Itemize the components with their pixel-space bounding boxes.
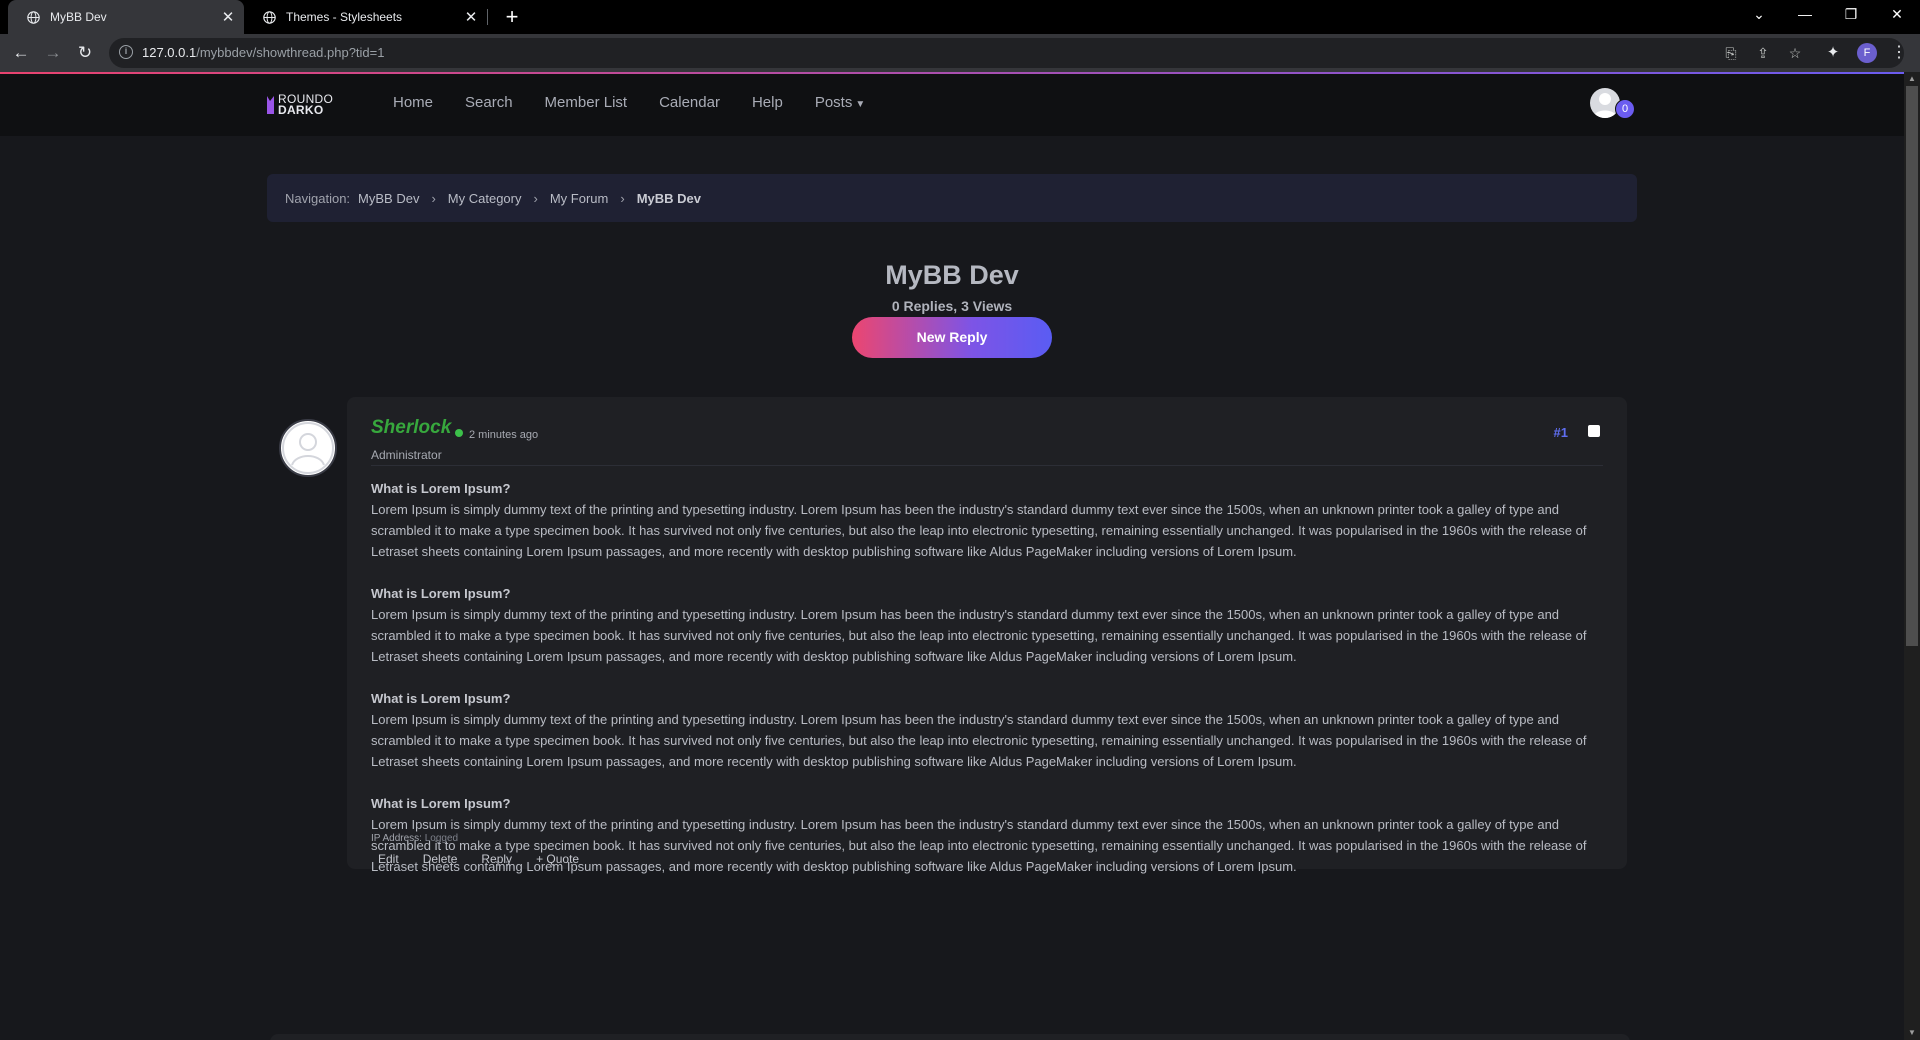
- paragraph-heading: What is Lorem Ipsum?: [371, 481, 511, 496]
- post-author-name[interactable]: Sherlock: [371, 417, 451, 439]
- url-path: /mybbdev/showthread.php?tid=1: [196, 45, 385, 60]
- nav-home[interactable]: Home: [393, 94, 433, 111]
- caret-down-icon: ▼: [855, 99, 866, 110]
- browser-tab-active[interactable]: MyBB Dev ✕: [8, 0, 244, 34]
- new-reply-button[interactable]: New Reply: [852, 317, 1052, 358]
- browser-tab-bar: MyBB Dev ✕ Themes - Stylesheets ✕ + ⌄ — …: [0, 0, 1920, 34]
- browser-toolbar: ← → ↻ i 127.0.0.1/mybbdev/showthread.php…: [0, 34, 1920, 72]
- breadcrumb-separator-icon: ›: [620, 190, 625, 206]
- post-header-divider: [371, 465, 1603, 466]
- new-tab-button[interactable]: +: [499, 4, 525, 30]
- scroll-down-arrow-icon[interactable]: ▼: [1904, 1026, 1920, 1040]
- post-date[interactable]: 2 minutes ago: [469, 429, 538, 441]
- paragraph-heading: What is Lorem Ipsum?: [371, 691, 511, 706]
- site-header: ROUNDO DARKO Home Search Member List Cale…: [0, 74, 1904, 136]
- post-paragraph: What is Lorem Ipsum? Lorem Ipsum is simp…: [371, 478, 1611, 562]
- post-paragraph: What is Lorem Ipsum? Lorem Ipsum is simp…: [371, 688, 1611, 772]
- close-tab-icon[interactable]: ✕: [461, 8, 481, 26]
- next-panel: [270, 1034, 1630, 1040]
- tab-separator: [487, 9, 488, 25]
- ip-address: IP Address: Logged: [371, 833, 458, 844]
- url-text[interactable]: 127.0.0.1/mybbdev/showthread.php?tid=1: [142, 45, 384, 60]
- globe-icon: [27, 10, 40, 24]
- close-tab-icon[interactable]: ✕: [218, 8, 238, 26]
- reply-button[interactable]: Reply: [474, 846, 519, 872]
- back-button[interactable]: ←: [7, 39, 35, 67]
- post-author-avatar[interactable]: [279, 419, 337, 477]
- tab-title: Themes - Stylesheets: [286, 10, 403, 24]
- logo-mark-icon: [267, 96, 274, 114]
- post-body: What is Lorem Ipsum? Lorem Ipsum is simp…: [371, 478, 1611, 898]
- post-paragraph: What is Lorem Ipsum? Lorem Ipsum is simp…: [371, 583, 1611, 667]
- breadcrumb-separator-icon: ›: [533, 190, 538, 206]
- nav-search[interactable]: Search: [465, 94, 513, 111]
- breadcrumb-item[interactable]: My Forum: [550, 191, 609, 206]
- breadcrumb-separator-icon: ›: [431, 190, 436, 206]
- reload-button[interactable]: ↻: [71, 39, 99, 67]
- breadcrumb-current: MyBB Dev: [636, 190, 701, 206]
- post-author-role: Administrator: [371, 448, 442, 462]
- breadcrumb-item[interactable]: MyBB Dev: [358, 191, 419, 206]
- page-viewport: ROUNDO DARKO Home Search Member List Cale…: [0, 72, 1904, 1040]
- extensions-icon[interactable]: ✦: [1823, 43, 1843, 63]
- delete-button[interactable]: Delete: [416, 846, 465, 872]
- ip-value: Logged: [424, 833, 459, 844]
- breadcrumb-label: Navigation:: [285, 190, 351, 206]
- quote-button[interactable]: + Quote: [529, 846, 586, 872]
- paragraph-text: Lorem Ipsum is simply dummy text of the …: [371, 607, 1587, 664]
- edit-button[interactable]: Edit: [371, 846, 406, 872]
- notification-badge[interactable]: 0: [1615, 99, 1635, 119]
- breadcrumb: Navigation: MyBB Dev › My Category › My …: [267, 174, 1637, 222]
- site-logo[interactable]: ROUNDO DARKO: [266, 93, 333, 117]
- nav-calendar[interactable]: Calendar: [659, 94, 720, 111]
- post: Sherlock 2 minutes ago Administrator #1 …: [347, 397, 1627, 874]
- scrollbar-thumb[interactable]: [1906, 86, 1918, 646]
- tab-title: MyBB Dev: [50, 10, 107, 24]
- post-number-link[interactable]: #1: [1554, 425, 1568, 440]
- browser-menu-icon[interactable]: ⋮: [1891, 43, 1907, 63]
- profile-avatar[interactable]: F: [1857, 43, 1877, 63]
- address-bar[interactable]: i 127.0.0.1/mybbdev/showthread.php?tid=1…: [109, 38, 1904, 68]
- tab-search-icon[interactable]: ⌄: [1736, 0, 1782, 30]
- logo-text-line2: DARKO: [278, 103, 324, 117]
- thread-title: MyBB Dev: [885, 260, 1019, 290]
- nav-posts-dropdown[interactable]: Posts ▼: [815, 94, 865, 111]
- nav-help[interactable]: Help: [752, 94, 783, 111]
- online-status-icon: [455, 429, 463, 437]
- post-select-checkbox[interactable]: [1588, 425, 1600, 437]
- url-host: 127.0.0.1: [142, 45, 197, 60]
- globe-icon: [263, 10, 276, 24]
- browser-tab[interactable]: Themes - Stylesheets ✕: [244, 0, 487, 34]
- ip-label: IP Address:: [371, 833, 422, 844]
- forward-button[interactable]: →: [39, 39, 67, 67]
- paragraph-heading: What is Lorem Ipsum?: [371, 586, 511, 601]
- paragraph-heading: What is Lorem Ipsum?: [371, 796, 511, 811]
- close-window-button[interactable]: ✕: [1874, 0, 1920, 30]
- breadcrumb-item[interactable]: My Category: [448, 191, 522, 206]
- restore-button[interactable]: ❐: [1828, 0, 1874, 30]
- post-actions: Edit Delete Reply + Quote: [371, 846, 596, 872]
- nav-member-list[interactable]: Member List: [545, 94, 628, 111]
- paragraph-text: Lorem Ipsum is simply dummy text of the …: [371, 712, 1587, 769]
- main-nav: Home Search Member List Calendar Help Po…: [393, 94, 897, 111]
- paragraph-text: Lorem Ipsum is simply dummy text of the …: [371, 502, 1587, 559]
- site-info-icon[interactable]: i: [119, 45, 133, 59]
- translate-icon[interactable]: ⎘: [1722, 44, 1740, 62]
- bookmark-star-icon[interactable]: ☆: [1786, 44, 1804, 62]
- share-icon[interactable]: ⇪: [1754, 44, 1772, 62]
- scroll-up-arrow-icon[interactable]: ▲: [1904, 72, 1920, 86]
- nav-posts-label: Posts: [814, 94, 853, 111]
- thread-stats: 0 Replies, 3 Views: [891, 298, 1013, 314]
- minimize-button[interactable]: —: [1782, 0, 1828, 30]
